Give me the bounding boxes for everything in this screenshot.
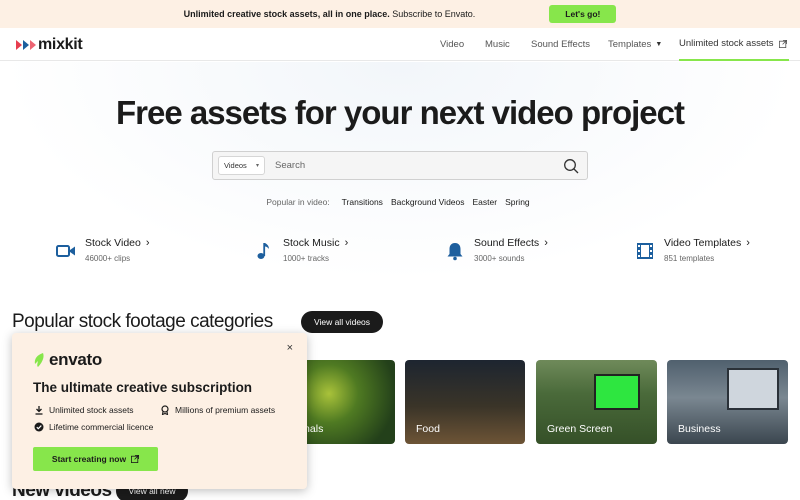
caret-down-icon: ▼ bbox=[655, 41, 663, 48]
category-title-text: Stock Music bbox=[283, 237, 340, 249]
tile-label: Food bbox=[416, 423, 440, 435]
envato-wordmark: envato bbox=[49, 350, 102, 369]
envato-logo: envato bbox=[32, 350, 102, 370]
nav-music[interactable]: Music bbox=[485, 28, 510, 61]
category-tile-business[interactable]: Business bbox=[667, 360, 788, 444]
green-screen-laptop bbox=[594, 374, 640, 410]
close-icon[interactable]: × bbox=[287, 342, 293, 354]
search-bar: Videos ▾ bbox=[212, 151, 588, 180]
popup-heading: The ultimate creative subscription bbox=[33, 380, 253, 395]
start-creating-label: Start creating now bbox=[51, 454, 127, 464]
award-icon bbox=[161, 405, 169, 415]
search-input[interactable] bbox=[275, 152, 563, 179]
video-camera-icon bbox=[56, 245, 75, 257]
popular-tag-transitions[interactable]: Transitions bbox=[342, 197, 383, 207]
tile-label: Green Screen bbox=[547, 423, 613, 435]
category-title-text: Video Templates bbox=[664, 237, 742, 249]
nav-sound-effects[interactable]: Sound Effects bbox=[531, 28, 590, 61]
nav-templates[interactable]: Templates ▼ bbox=[608, 28, 662, 61]
search-type-label: Videos bbox=[224, 161, 247, 170]
nav-unlimited-label: Unlimited stock assets bbox=[679, 38, 774, 49]
category-count: 851 templates bbox=[664, 254, 715, 263]
business-laptop-screen bbox=[727, 368, 779, 410]
popular-searches: Popular in video: Transitions Background… bbox=[0, 197, 800, 207]
lets-go-button[interactable]: Let's go! bbox=[549, 5, 617, 23]
nav-video[interactable]: Video bbox=[440, 28, 464, 61]
hero-title: Free assets for your next video project bbox=[115, 94, 685, 131]
view-all-videos-button[interactable]: View all videos bbox=[301, 311, 383, 333]
chevron-down-icon: ▾ bbox=[255, 163, 259, 169]
bell-icon bbox=[447, 243, 463, 261]
category-count: 46000+ clips bbox=[85, 254, 131, 263]
feature-text: Millions of premium assets bbox=[175, 405, 276, 415]
category-title-text: Stock Video bbox=[85, 237, 141, 249]
nav-unlimited-stock-assets[interactable]: Unlimited stock assets bbox=[679, 28, 789, 61]
category-stock-music[interactable]: Stock Music › 1000+ tracks bbox=[254, 237, 348, 269]
category-title: Video Templates › bbox=[664, 237, 750, 249]
logo-wordmark: mixkit bbox=[38, 36, 83, 53]
music-note-icon bbox=[257, 243, 269, 259]
feature-unlimited: Unlimited stock assets bbox=[34, 405, 134, 415]
category-tile-green-screen[interactable]: Green Screen bbox=[536, 360, 657, 444]
category-title: Stock Video › bbox=[85, 237, 150, 249]
search-icon[interactable] bbox=[563, 158, 579, 174]
chevron-right-icon: › bbox=[145, 237, 150, 249]
search-type-select[interactable]: Videos ▾ bbox=[218, 156, 265, 175]
feature-millions: Millions of premium assets bbox=[160, 405, 275, 415]
film-strip-icon bbox=[637, 243, 653, 259]
category-title: Sound Effects › bbox=[474, 237, 548, 249]
tile-label: Business bbox=[678, 423, 721, 435]
category-count: 3000+ sounds bbox=[474, 254, 525, 263]
feature-text: Unlimited stock assets bbox=[49, 405, 134, 415]
promo-text-bold: Unlimited creative stock assets, all in … bbox=[183, 9, 390, 19]
feature-licence: Lifetime commercial licence bbox=[34, 422, 153, 432]
section-title-popular: Popular stock footage categories bbox=[12, 311, 273, 332]
external-link-icon bbox=[778, 39, 787, 48]
popular-label: Popular in video: bbox=[266, 197, 330, 207]
envato-promo-popup: × envato The ultimate creative subscript… bbox=[12, 333, 307, 489]
mixkit-logo[interactable]: mixkit bbox=[16, 36, 83, 54]
nav-templates-label: Templates bbox=[608, 39, 652, 50]
start-creating-button[interactable]: Start creating now bbox=[33, 447, 158, 471]
chevron-right-icon: › bbox=[746, 237, 750, 249]
envato-leaf-icon bbox=[34, 353, 44, 367]
promo-text-sub: Subscribe to Envato. bbox=[392, 9, 476, 19]
category-title-text: Sound Effects bbox=[474, 237, 540, 249]
chevron-right-icon: › bbox=[344, 237, 349, 249]
site-header: mixkit Video Music Sound Effects Templat… bbox=[0, 28, 800, 61]
category-title: Stock Music › bbox=[283, 237, 348, 249]
category-tile-food[interactable]: Food bbox=[405, 360, 525, 444]
external-link-icon bbox=[131, 455, 140, 463]
mixkit-logo-icon bbox=[16, 40, 36, 50]
feature-text: Lifetime commercial licence bbox=[49, 422, 154, 432]
chevron-right-icon: › bbox=[544, 237, 548, 249]
popular-tag-spring[interactable]: Spring bbox=[505, 197, 530, 207]
promo-text: Unlimited creative stock assets, all in … bbox=[184, 9, 476, 19]
popular-tag-easter[interactable]: Easter bbox=[473, 197, 498, 207]
category-count: 1000+ tracks bbox=[283, 254, 330, 263]
promo-bar: Unlimited creative stock assets, all in … bbox=[0, 0, 800, 28]
check-badge-icon bbox=[34, 422, 44, 432]
download-icon bbox=[35, 406, 43, 415]
category-video-templates[interactable]: Video Templates › 851 templates bbox=[635, 237, 750, 269]
category-sound-effects[interactable]: Sound Effects › 3000+ sounds bbox=[445, 237, 548, 269]
category-stock-video[interactable]: Stock Video › 46000+ clips bbox=[56, 237, 150, 269]
popular-tag-background-videos[interactable]: Background Videos bbox=[391, 197, 465, 207]
